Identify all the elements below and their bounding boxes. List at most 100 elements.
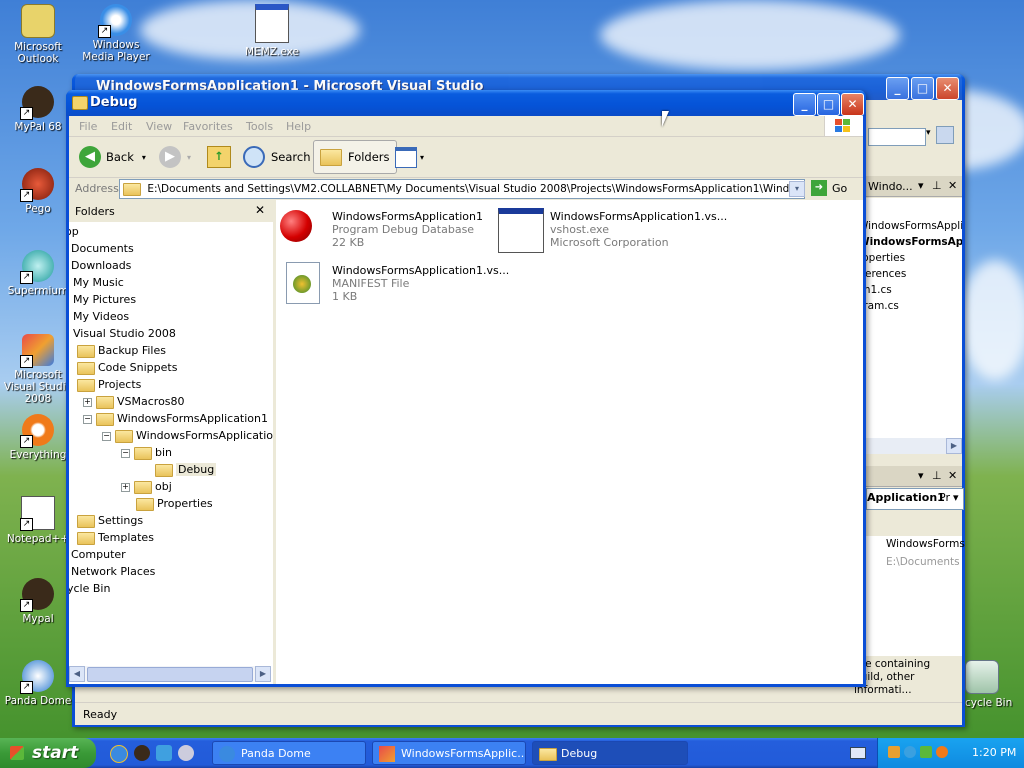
horizontal-scrollbar[interactable]: ▶ [866,438,962,454]
taskbar-item-visual-studio[interactable]: WindowsFormsApplic... [372,741,526,765]
desktop-icon-outlook[interactable]: Microsoft Outlook [0,4,76,65]
pin-icon[interactable]: ⊥ [932,179,942,192]
tree-item[interactable]: Visual Studio 2008 [73,325,176,342]
menu-favorites[interactable]: Favorites [183,120,233,133]
desktop-icon-pego[interactable]: ↗ Pego [0,168,76,215]
file-item[interactable]: WindowsFormsApplication1.vs... vshost.ex… [498,206,727,253]
file-item[interactable]: WindowsFormsApplication1 Program Debug D… [280,206,490,252]
explorer-titlebar[interactable]: Debug _ □ ✕ [66,90,866,116]
solution-tree[interactable]: WindowsFormsApplicatio WindowsFormsAppli… [866,218,962,448]
expand-icon[interactable]: + [83,397,92,407]
tray-icon[interactable] [904,746,916,758]
minimize-button[interactable]: _ [886,77,909,100]
internet-explorer-icon[interactable] [110,745,128,763]
menu-edit[interactable]: Edit [111,120,132,133]
desktop-icon-mypal[interactable]: ↗ Mypal [0,578,76,625]
tree-item[interactable]: Network Places [71,563,155,580]
back-button[interactable]: ◀ Back ▾ [79,142,146,172]
taskbar-item-panda-dome[interactable]: Panda Dome [212,741,366,765]
taskbar-item-debug[interactable]: Debug [532,741,688,765]
menu-help[interactable]: Help [286,120,311,133]
tree-item[interactable]: op [69,223,79,240]
tree-item[interactable]: My Music [73,274,124,291]
desktop-icon-supermium[interactable]: ↗ Supermium [0,250,76,297]
views-button[interactable]: ▾ [395,142,424,172]
tree-item[interactable]: Documents [71,240,134,257]
start-button[interactable]: start [0,738,96,768]
properties-grid[interactable]: WindowsForms E:\Documents File containin… [854,536,965,696]
file-item[interactable]: WindowsFormsApplication1.vs... MANIFEST … [280,260,509,310]
property-value[interactable]: E:\Documents [886,556,960,568]
quick-launch-icon[interactable] [156,745,172,761]
desktop-icon-notepadpp[interactable]: ↗ Notepad++ [0,496,76,545]
collapse-icon[interactable]: − [102,431,111,441]
tree-item[interactable]: − bin [121,444,172,461]
search-icon[interactable] [936,746,948,758]
chevron-down-icon[interactable]: ▾ [187,153,191,162]
menu-tools[interactable]: Tools [246,120,273,133]
maximize-button[interactable]: □ [817,93,840,116]
scroll-right-button[interactable]: ▶ [255,666,271,682]
tree-item[interactable]: + obj [121,478,172,495]
scroll-left-button[interactable]: ◀ [69,666,85,682]
folder-tree[interactable]: op Documents Downloads My Music My Pictu… [69,222,273,662]
expand-icon[interactable]: + [121,482,130,492]
chevron-down-icon[interactable]: ▾ [953,489,959,507]
tree-item-selected[interactable]: Debug [155,461,217,478]
desktop-icon-everything[interactable]: ↗ Everything [0,414,76,461]
clock[interactable]: 1:20 PM [972,746,1016,759]
chevron-down-icon[interactable]: ▾ [420,153,424,162]
dropdown-arrow-icon[interactable]: ▾ [918,179,924,192]
folders-button[interactable]: Folders [313,140,397,174]
find-icon[interactable] [936,126,954,144]
tree-item[interactable]: Downloads [71,257,131,274]
menu-view[interactable]: View [146,120,172,133]
desktop-icon-panda-dome[interactable]: ↗ Panda Dome [0,660,76,707]
properties-object-selector[interactable]: Application1 Pr ▾ [866,488,964,510]
tree-item[interactable]: ycle Bin [69,580,110,597]
file-list[interactable]: WindowsFormsApplication1 Program Debug D… [276,200,863,684]
tree-item[interactable]: Code Snippets [77,359,177,376]
horizontal-scrollbar[interactable]: ◀ ▶ [69,666,271,682]
up-folder-button[interactable]: ↑ [207,142,231,172]
tree-item[interactable]: − WindowsFormsApplication1 [83,410,268,427]
close-icon[interactable]: ✕ [948,179,957,192]
shield-icon[interactable] [920,746,932,758]
tree-item[interactable]: Properties [866,252,905,264]
tree-item[interactable]: Computer [71,546,126,563]
keyboard-icon[interactable] [850,747,866,759]
tree-item[interactable]: Projects [77,376,141,393]
tree-item[interactable]: Backup Files [77,342,166,359]
tree-item[interactable]: References [866,268,906,280]
desktop-icon-mypal68[interactable]: ↗ MyPal 68 [0,86,76,133]
tree-item[interactable]: Form1.cs [866,284,892,296]
tray-icon[interactable] [888,746,900,758]
tree-item[interactable]: My Pictures [73,291,136,308]
raccoon-icon[interactable] [134,745,150,761]
close-button[interactable]: ✕ [936,77,959,100]
chevron-down-icon[interactable]: ▾ [142,153,146,162]
address-input[interactable]: E:\Documents and Settings\VM2.COLLABNET\… [119,179,805,199]
collapse-icon[interactable]: − [83,414,92,424]
tree-item[interactable]: Program.cs [866,300,899,312]
go-button[interactable]: ➜ Go [811,180,847,196]
property-value[interactable]: WindowsForms [886,538,965,550]
chevron-down-icon[interactable]: ▾ [926,128,931,138]
tree-item[interactable]: + VSMacros80 [83,393,185,410]
address-dropdown-button[interactable]: ▾ [789,181,805,197]
maximize-button[interactable]: □ [911,77,934,100]
tree-item[interactable]: − WindowsFormsApplication1 [102,427,273,444]
tree-item[interactable]: Settings [77,512,143,529]
desktop-icon-memz[interactable]: MEMZ.exe [234,4,310,58]
tree-item[interactable]: Properties [136,495,213,512]
vs-combo[interactable] [868,128,926,146]
collapse-icon[interactable]: − [121,448,130,458]
tree-item[interactable]: Templates [77,529,154,546]
tree-item[interactable]: WindowsFormsApplicatio [866,220,962,232]
scroll-thumb[interactable] [87,667,253,682]
minimize-button[interactable]: _ [793,93,816,116]
close-button[interactable]: ✕ [841,93,864,116]
pin-icon[interactable]: ⊥ [932,469,942,482]
tree-item[interactable]: WindowsFormsApplicatio [866,236,962,248]
search-button[interactable]: Search [243,142,311,172]
